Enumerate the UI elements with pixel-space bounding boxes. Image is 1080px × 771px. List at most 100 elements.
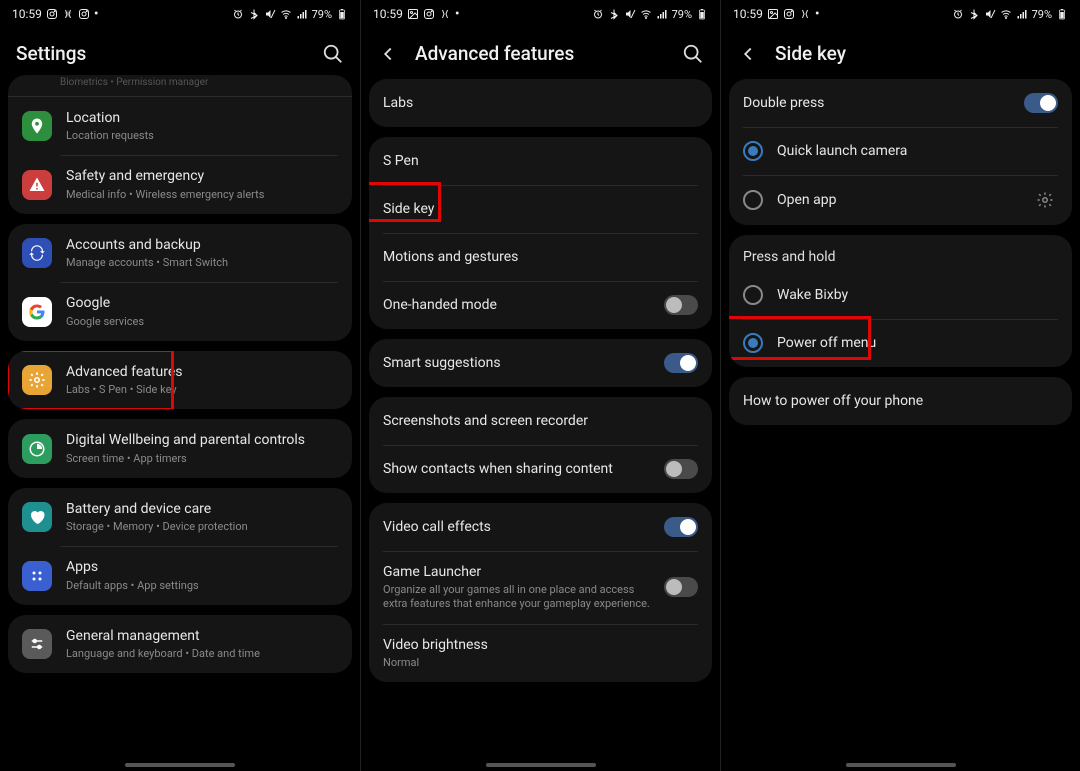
- home-indicator[interactable]: [846, 763, 956, 767]
- instagram-icon: [423, 8, 435, 20]
- item-video-call[interactable]: Video call effects: [369, 503, 712, 551]
- app-icon: [439, 8, 451, 20]
- sliders-icon: [22, 629, 52, 659]
- item-title: Battery and device care: [66, 500, 338, 518]
- radio-wake-bixby[interactable]: Wake Bixby: [729, 271, 1072, 319]
- item-subtitle: Location requests: [66, 129, 338, 143]
- signal-icon: [296, 8, 308, 20]
- mute-icon: [984, 8, 996, 20]
- page-title: Side key: [775, 42, 1064, 65]
- item-how-to-power-off[interactable]: How to power off your phone: [729, 377, 1072, 425]
- back-icon[interactable]: [737, 43, 759, 65]
- radio-icon[interactable]: [743, 141, 763, 161]
- settings-item-safety[interactable]: Safety and emergencyMedical info • Wirel…: [8, 155, 352, 213]
- page-title: Advanced features: [415, 42, 666, 65]
- item-video-brightness[interactable]: Video brightnessNormal: [369, 624, 712, 682]
- apps-icon: [22, 561, 52, 591]
- item-motions[interactable]: Motions and gestures: [369, 233, 712, 281]
- clock: 10:59: [373, 7, 403, 21]
- google-icon: [22, 297, 52, 327]
- settings-item-battery[interactable]: Battery and device care Storage • Memory …: [8, 488, 352, 546]
- search-icon[interactable]: [322, 43, 344, 65]
- settings-item-accounts[interactable]: Accounts and backupManage accounts • Sma…: [8, 224, 352, 282]
- settings-item-apps[interactable]: Apps Default apps • App settings: [8, 546, 352, 604]
- radio-icon[interactable]: [743, 333, 763, 353]
- search-icon[interactable]: [682, 43, 704, 65]
- settings-item-location[interactable]: Location Location requests: [8, 97, 352, 155]
- signal-icon: [1016, 8, 1028, 20]
- bluetooth-icon: [248, 8, 260, 20]
- back-icon[interactable]: [377, 43, 399, 65]
- item-labs[interactable]: Labs: [369, 79, 712, 127]
- toggle-smart-suggestions[interactable]: [664, 353, 698, 373]
- item-s-pen[interactable]: S Pen: [369, 137, 712, 185]
- settings-item-advanced[interactable]: Advanced featuresLabs • S Pen • Side key: [8, 351, 352, 409]
- radio-quick-launch-camera[interactable]: Quick launch camera: [729, 127, 1072, 175]
- settings-list: Biometrics • Permission manager Location…: [0, 75, 360, 693]
- item-game-launcher[interactable]: Game LauncherOrganize all your games all…: [369, 551, 712, 624]
- mute-icon: [624, 8, 636, 20]
- item-title: Apps: [66, 558, 338, 576]
- toggle-video-call[interactable]: [664, 517, 698, 537]
- item-title: General management: [66, 627, 338, 645]
- item-subtitle: Language and keyboard • Date and time: [66, 647, 338, 661]
- item-subtitle: Labs • S Pen • Side key: [66, 383, 338, 397]
- radio-icon[interactable]: [743, 190, 763, 210]
- radio-open-app[interactable]: Open app: [729, 175, 1072, 225]
- settings-item-google[interactable]: GoogleGoogle services: [8, 282, 352, 340]
- wellbeing-icon: [22, 434, 52, 464]
- sync-icon: [22, 238, 52, 268]
- mute-icon: [264, 8, 276, 20]
- screen-settings: 10:59 • 79% Settings Biometrics • Permis…: [0, 0, 360, 771]
- advanced-list: Labs S Pen Side key Motions and gestures…: [361, 79, 720, 702]
- radio-power-off-menu[interactable]: Power off menu: [729, 319, 1072, 367]
- settings-item-general[interactable]: General management Language and keyboard …: [8, 615, 352, 673]
- bluetooth-icon: [968, 8, 980, 20]
- image-icon: [767, 8, 779, 20]
- section-double-press[interactable]: Double press: [729, 79, 1072, 127]
- item-title: Location: [66, 109, 338, 127]
- item-smart-suggestions[interactable]: Smart suggestions: [369, 339, 712, 387]
- item-title: Accounts and backup: [66, 236, 338, 254]
- item-screenshots[interactable]: Screenshots and screen recorder: [369, 397, 712, 445]
- battery-icon: [696, 8, 708, 20]
- radio-icon[interactable]: [743, 285, 763, 305]
- item-show-contacts[interactable]: Show contacts when sharing content: [369, 445, 712, 493]
- battery-pct: 79%: [312, 8, 332, 21]
- clock: 10:59: [12, 7, 42, 21]
- toggle-double-press[interactable]: [1024, 93, 1058, 113]
- wifi-icon: [1000, 8, 1012, 20]
- app-icon: [62, 8, 74, 20]
- screen-side-key: 10:59 • 79% Side key Double press: [720, 0, 1080, 771]
- toggle-game-launcher[interactable]: [664, 577, 698, 597]
- item-subtitle: Default apps • App settings: [66, 579, 338, 593]
- bluetooth-icon: [608, 8, 620, 20]
- settings-item-wellbeing[interactable]: Digital Wellbeing and parental controlsS…: [8, 419, 352, 477]
- home-indicator[interactable]: [125, 763, 235, 767]
- item-subtitle: Google services: [66, 315, 338, 329]
- item-subtitle: Storage • Memory • Device protection: [66, 520, 338, 534]
- instagram-icon: [78, 8, 90, 20]
- location-icon: [22, 111, 52, 141]
- app-icon: [799, 8, 811, 20]
- image-icon: [407, 8, 419, 20]
- alarm-icon: [232, 8, 244, 20]
- signal-icon: [656, 8, 668, 20]
- home-indicator[interactable]: [486, 763, 596, 767]
- toggle-show-contacts[interactable]: [664, 459, 698, 479]
- more-icon: •: [815, 7, 820, 21]
- instagram-icon: [783, 8, 795, 20]
- header: Side key: [721, 28, 1080, 79]
- item-side-key[interactable]: Side key: [369, 185, 712, 233]
- status-bar: 10:59 • 79%: [0, 0, 360, 28]
- header: Settings: [0, 28, 360, 79]
- item-subtitle: Screen time • App timers: [66, 452, 338, 466]
- item-one-handed[interactable]: One-handed mode: [369, 281, 712, 329]
- item-title: Safety and emergency: [66, 167, 338, 185]
- gear-icon[interactable]: [1032, 187, 1058, 213]
- battery-pct: 79%: [672, 8, 692, 21]
- battery-pct: 79%: [1032, 8, 1052, 21]
- gear-icon: [22, 365, 52, 395]
- instagram-icon: [46, 8, 58, 20]
- toggle-one-handed[interactable]: [664, 295, 698, 315]
